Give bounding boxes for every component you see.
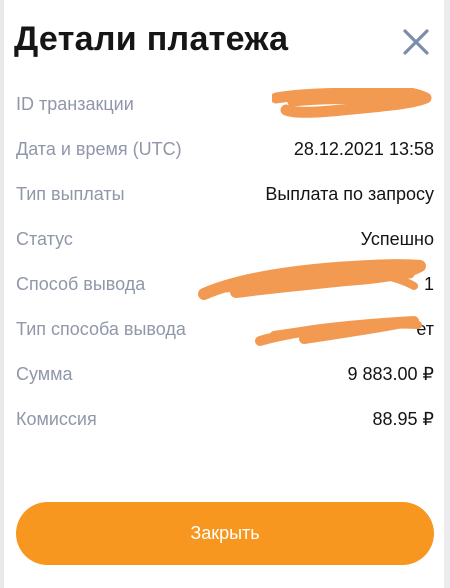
- detail-row-commission: Комиссия 88.95 ₽: [16, 397, 434, 442]
- detail-row-transaction-id: ID транзакции: [16, 82, 434, 127]
- detail-row-payout-type: Тип выплаты Выплата по запросу: [16, 172, 434, 217]
- detail-row-withdrawal-method-type: Тип способа вывода ет: [16, 307, 434, 352]
- detail-label: Статус: [16, 229, 73, 249]
- detail-value: ет: [416, 319, 434, 339]
- left-frame-edge: [0, 0, 4, 588]
- detail-label: Тип выплаты: [16, 184, 125, 204]
- detail-label: Дата и время (UTC): [16, 139, 182, 159]
- redaction-scribble: [198, 259, 426, 300]
- detail-label: Тип способа вывода: [16, 319, 186, 339]
- close-button[interactable]: [396, 22, 436, 62]
- detail-value: 1: [423, 274, 434, 294]
- detail-row-datetime: Дата и время (UTC) 28.12.2021 13:58: [16, 127, 434, 172]
- detail-value: 28.12.2021 13:58: [293, 139, 434, 159]
- detail-value: Успешно: [360, 229, 434, 249]
- detail-label: ID транзакции: [16, 94, 134, 114]
- detail-label: Способ вывода: [16, 274, 146, 294]
- dialog-header: Детали платежа: [14, 14, 436, 74]
- dialog-title: Детали платежа: [14, 20, 289, 58]
- detail-value: Выплата по запросу: [265, 184, 434, 204]
- close-dialog-button-label: Закрыть: [190, 523, 260, 543]
- detail-value: 9 883.00 ₽: [347, 364, 434, 384]
- detail-row-amount: Сумма 9 883.00 ₽: [16, 352, 434, 397]
- detail-value: 88.95 ₽: [372, 409, 435, 429]
- payment-details-list: ID транзакции Дата и время (UTC) 28.12.2…: [16, 82, 434, 442]
- detail-row-withdrawal-method: Способ вывода 1: [16, 259, 434, 307]
- right-frame-edge: [444, 0, 450, 588]
- detail-label: Сумма: [16, 364, 73, 384]
- close-dialog-button[interactable]: Закрыть: [16, 502, 434, 565]
- detail-row-status: Статус Успешно: [16, 217, 434, 262]
- redaction-scribble: [255, 316, 422, 346]
- redaction-scribble: [272, 88, 432, 118]
- detail-label: Комиссия: [16, 409, 97, 429]
- close-icon: [403, 29, 429, 55]
